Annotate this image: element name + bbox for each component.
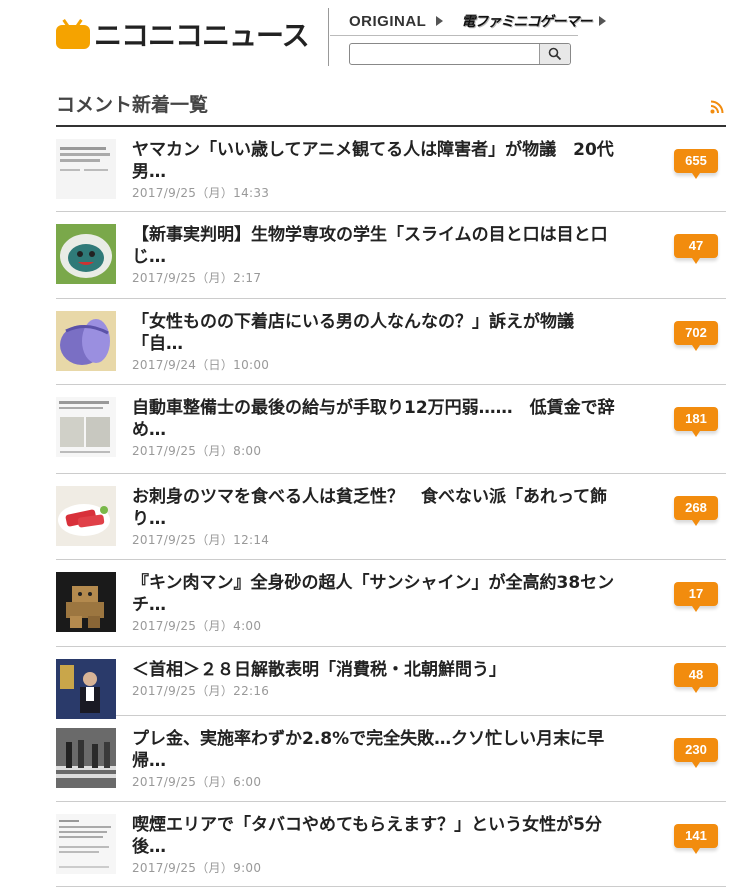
article-title-line2: め…	[132, 420, 166, 440]
article-title-link[interactable]: 『キン肉マン』全身砂の超人「サンシャイン」が全高約38セン チ…	[132, 572, 652, 616]
rss-icon[interactable]	[710, 100, 724, 114]
list-item[interactable]: 「女性ものの下着店にいる男の人なんなの？」訴えが物議 「自… 2017/9/24（日…	[56, 299, 726, 385]
article-title-line1: ヤマカン「いい歳してアニメ観てる人は障害者」が物議 20代	[132, 140, 614, 160]
article-title-line1: プレ金、実施率わずか2.8%で完全失敗…クソ忙しい月末に早	[132, 729, 605, 749]
article-timestamp: 2017/9/25（月）6:00	[132, 775, 262, 789]
search-icon	[548, 47, 562, 61]
article-thumbnail[interactable]	[56, 486, 116, 546]
comment-count-badge[interactable]: 17	[674, 582, 718, 612]
article-title-line1: 喫煙エリアで「タバコやめてもらえます？」という女性が5分	[132, 815, 602, 835]
article-title-line2: 男…	[132, 162, 166, 182]
article-timestamp: 2017/9/25（月）4:00	[132, 619, 262, 633]
list-item[interactable]: ＜首相＞２８日解散表明「消費税・北朝鮮問う」 2017/9/25（月）22:16 4…	[56, 647, 726, 719]
arrow-right-icon	[599, 16, 607, 26]
article-thumbnail[interactable]	[56, 139, 116, 199]
comment-count-badge[interactable]: 655	[674, 149, 718, 179]
article-thumbnail[interactable]	[56, 224, 116, 284]
list-item[interactable]: プレ金、実施率わずか2.8%で完全失敗…クソ忙しい月末に早 帰… 2017/9/25…	[56, 716, 726, 802]
article-text: 「女性ものの下着店にいる男の人なんなの？」訴えが物議 「自… 2017/9/24（日…	[132, 311, 652, 373]
article-timestamp: 2017/9/25（月）22:16	[132, 684, 270, 698]
article-text: 自動車整備士の最後の給与が手取り12万円弱…… 低賃金で辞 め… 2017/9/25…	[132, 397, 652, 459]
list-item[interactable]: 『キン肉マン』全身砂の超人「サンシャイン」が全高約38セン チ… 2017/9/25…	[56, 560, 726, 647]
comment-count-badge[interactable]: 268	[674, 496, 718, 526]
site-logo[interactable]: ニコニコニュース	[56, 14, 310, 54]
nav-famitsu-link[interactable]: 電ファミニコゲーマー	[461, 11, 592, 31]
article-title-link[interactable]: 喫煙エリアで「タバコやめてもらえます？」という女性が5分 後…	[132, 814, 652, 858]
article-thumbnail[interactable]	[56, 397, 116, 457]
article-title-line2: り…	[132, 509, 166, 529]
article-title-line2: チ…	[132, 595, 166, 615]
article-text: 【新事実判明】生物学専攻の学生「スライムの目と口は目と口 じ… 2017/9/25（…	[132, 224, 652, 286]
article-title-link[interactable]: 「女性ものの下着店にいる男の人なんなの？」訴えが物議 「自…	[132, 311, 652, 355]
article-text: プレ金、実施率わずか2.8%で完全失敗…クソ忙しい月末に早 帰… 2017/9/25…	[132, 728, 652, 790]
article-thumbnail[interactable]	[56, 814, 116, 874]
list-item[interactable]: ヤマカン「いい歳してアニメ観てる人は障害者」が物議 20代 男… 2017/9/25…	[56, 127, 726, 212]
article-text: ヤマカン「いい歳してアニメ観てる人は障害者」が物議 20代 男… 2017/9/25…	[132, 139, 652, 201]
article-title-line2: 「自…	[132, 334, 183, 354]
article-timestamp: 2017/9/25（月）12:14	[132, 533, 270, 547]
comment-list: ヤマカン「いい歳してアニメ観てる人は障害者」が物議 20代 男… 2017/9/25…	[56, 127, 726, 887]
article-title-link[interactable]: 自動車整備士の最後の給与が手取り12万円弱…… 低賃金で辞 め…	[132, 397, 652, 441]
page-title: コメント新着一覧	[56, 94, 209, 116]
article-title-link[interactable]: 【新事実判明】生物学専攻の学生「スライムの目と口は目と口 じ…	[132, 224, 652, 268]
article-timestamp: 2017/9/25（月）8:00	[132, 444, 262, 458]
list-item[interactable]: 自動車整備士の最後の給与が手取り12万円弱…… 低賃金で辞 め… 2017/9/25…	[56, 385, 726, 474]
article-thumbnail[interactable]	[56, 659, 116, 719]
tv-logo-icon	[56, 19, 90, 49]
article-title-link[interactable]: ヤマカン「いい歳してアニメ観てる人は障害者」が物議 20代 男…	[132, 139, 652, 183]
article-title-line1: 自動車整備士の最後の給与が手取り12万円弱…… 低賃金で辞	[132, 398, 615, 418]
logo-text: ニコニコニュース	[94, 19, 310, 52]
comment-count-badge[interactable]: 230	[674, 738, 718, 768]
article-thumbnail[interactable]	[56, 728, 116, 788]
article-text: 『キン肉マン』全身砂の超人「サンシャイン」が全高約38セン チ… 2017/9/25…	[132, 572, 652, 634]
article-title-line1: 「女性ものの下着店にいる男の人なんなの？」訴えが物議	[132, 312, 574, 332]
site-header: ニコニコニュース ORIGINAL 電ファミニコゲーマー	[0, 0, 738, 80]
nav-original-link[interactable]: ORIGINAL	[349, 13, 426, 30]
article-timestamp: 2017/9/24（日）10:00	[132, 358, 270, 372]
search-input[interactable]	[352, 45, 536, 61]
article-text: ＜首相＞２８日解散表明「消費税・北朝鮮問う」 2017/9/25（月）22:16	[132, 659, 652, 699]
comment-count-badge[interactable]: 48	[674, 663, 718, 693]
article-title-line2: 帰…	[132, 751, 166, 771]
article-thumbnail[interactable]	[56, 311, 116, 371]
header-rule	[330, 35, 578, 36]
article-thumbnail[interactable]	[56, 572, 116, 632]
article-title-line2: 後…	[132, 837, 166, 857]
search-box	[349, 43, 571, 65]
arrow-right-icon	[436, 16, 444, 26]
article-title-line1: お刺身のツマを食べる人は貧乏性？ 食べない派「あれって飾	[132, 487, 608, 507]
list-item[interactable]: お刺身のツマを食べる人は貧乏性？ 食べない派「あれって飾 り… 2017/9/25（…	[56, 474, 726, 560]
article-timestamp: 2017/9/25（月）14:33	[132, 186, 270, 200]
article-text: お刺身のツマを食べる人は貧乏性？ 食べない派「あれって飾 り… 2017/9/25（…	[132, 486, 652, 548]
article-title-link[interactable]: お刺身のツマを食べる人は貧乏性？ 食べない派「あれって飾 り…	[132, 486, 652, 530]
article-title-line1: 『キン肉マン』全身砂の超人「サンシャイン」が全高約38セン	[132, 573, 615, 593]
article-timestamp: 2017/9/25（月）9:00	[132, 861, 262, 875]
header-nav: ORIGINAL 電ファミニコゲーマー	[349, 10, 607, 32]
article-text: 喫煙エリアで「タバコやめてもらえます？」という女性が5分 後… 2017/9/25（…	[132, 814, 652, 876]
article-title-line2: じ…	[132, 247, 166, 267]
article-title-line1: 【新事実判明】生物学専攻の学生「スライムの目と口は目と口	[132, 225, 608, 245]
article-title-line1: ＜首相＞２８日解散表明「消費税・北朝鮮問う」	[132, 660, 506, 680]
comment-count-badge[interactable]: 181	[674, 407, 718, 437]
header-divider	[328, 8, 329, 66]
list-item[interactable]: 【新事実判明】生物学専攻の学生「スライムの目と口は目と口 じ… 2017/9/25（…	[56, 212, 726, 299]
comment-count-badge[interactable]: 141	[674, 824, 718, 854]
article-timestamp: 2017/9/25（月）2:17	[132, 271, 262, 285]
article-title-link[interactable]: プレ金、実施率わずか2.8%で完全失敗…クソ忙しい月末に早 帰…	[132, 728, 652, 772]
list-item[interactable]: 喫煙エリアで「タバコやめてもらえます？」という女性が5分 後… 2017/9/25（…	[56, 802, 726, 887]
article-title-link[interactable]: ＜首相＞２８日解散表明「消費税・北朝鮮問う」	[132, 659, 652, 681]
comment-count-badge[interactable]: 702	[674, 321, 718, 351]
search-button[interactable]	[539, 44, 570, 64]
comment-count-badge[interactable]: 47	[674, 234, 718, 264]
